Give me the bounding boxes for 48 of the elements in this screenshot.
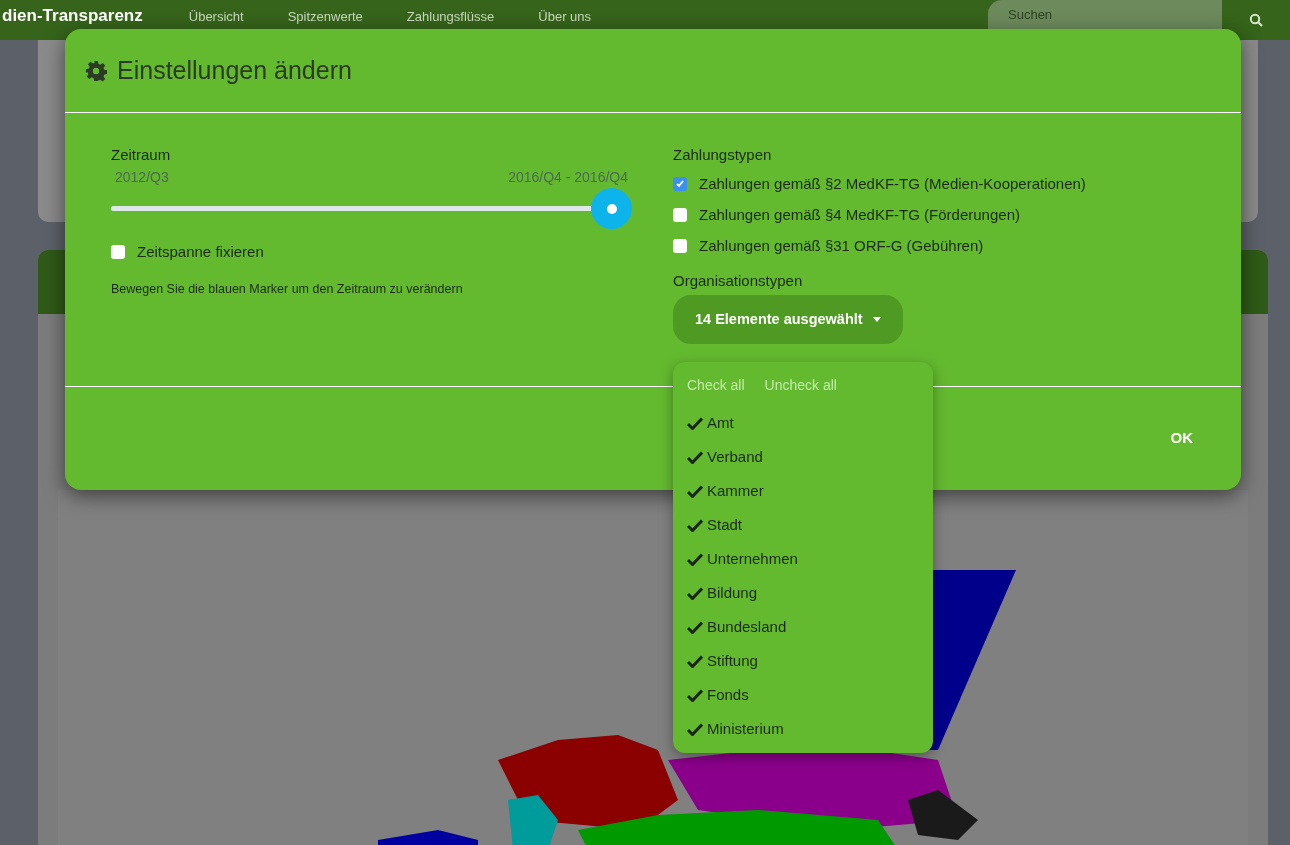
- slider-thumb[interactable]: [591, 188, 632, 229]
- checkbox[interactable]: [673, 208, 687, 222]
- menu-item[interactable]: Bildung: [687, 576, 933, 610]
- slider[interactable]: [111, 188, 632, 229]
- dropdown-button[interactable]: 14 Elemente ausgewählt: [673, 295, 903, 344]
- caret-icon: [872, 317, 881, 322]
- check-icon: [687, 552, 703, 566]
- checkbox-label: Zahlungen gemäß §4 MedKF-TG (Förderungen): [699, 206, 1020, 224]
- checkbox[interactable]: [673, 177, 687, 191]
- menu-item[interactable]: Bundesland: [687, 610, 933, 644]
- dialog-title: Einstellungen ändern: [117, 54, 352, 86]
- checkbox-label: Zahlungen gemäß §2 MedKF-TG (Medien-Kooperationen): [699, 175, 1086, 193]
- check-icon: [687, 620, 703, 634]
- section-label: Zeitraum: [111, 145, 172, 165]
- check-icon: [687, 518, 703, 532]
- menu-item[interactable]: Verband: [687, 440, 933, 474]
- nav-link[interactable]: Spitzenwerte: [287, 9, 363, 25]
- hint-text: Bewegen Sie die blauen Marker um den Zeitraum zu verändern: [111, 280, 464, 298]
- nav-link[interactable]: Über uns: [538, 9, 592, 25]
- menu-item[interactable]: Stadt: [687, 508, 933, 542]
- brand-title[interactable]: dien-Transparenz: [0, 0, 143, 26]
- checkbox[interactable]: [111, 245, 125, 260]
- checkbox-label: Zahlungen gemäß §31 ORF-G (Gebühren): [699, 237, 984, 255]
- section-label: Zahlungstypen: [673, 145, 773, 165]
- nav-link[interactable]: Übersicht: [188, 9, 244, 25]
- search-field[interactable]: Suchen: [988, 0, 1222, 29]
- check-icon: [687, 586, 703, 600]
- menu-item[interactable]: Unternehmen: [687, 542, 933, 576]
- menu-item[interactable]: Fonds: [687, 678, 933, 712]
- search-icon: [1249, 13, 1263, 27]
- check-icon: [687, 484, 703, 498]
- check-icon: [687, 416, 703, 430]
- range-start-label: 2012/Q3: [115, 168, 169, 187]
- nav-link[interactable]: Zahlungsflüsse: [406, 9, 495, 25]
- menu-item[interactable]: Ministerium: [687, 712, 933, 746]
- checkbox[interactable]: [673, 239, 687, 253]
- range-value-label: 2016/Q4 - 2016/Q4: [508, 168, 628, 187]
- check-icon: [687, 722, 703, 736]
- check-icon: [687, 450, 703, 464]
- checkbox-label: Zeitspanne fixieren: [137, 242, 264, 262]
- menu-item[interactable]: Stiftung: [687, 644, 933, 678]
- slider-track[interactable]: [111, 206, 591, 211]
- menu-item[interactable]: Kammer: [687, 474, 933, 508]
- settings-icon: [85, 59, 107, 82]
- check-icon: [687, 688, 703, 702]
- section-label: Organisationstypen: [673, 271, 804, 291]
- check-icon: [687, 654, 703, 668]
- menu-item[interactable]: Amt: [687, 406, 933, 440]
